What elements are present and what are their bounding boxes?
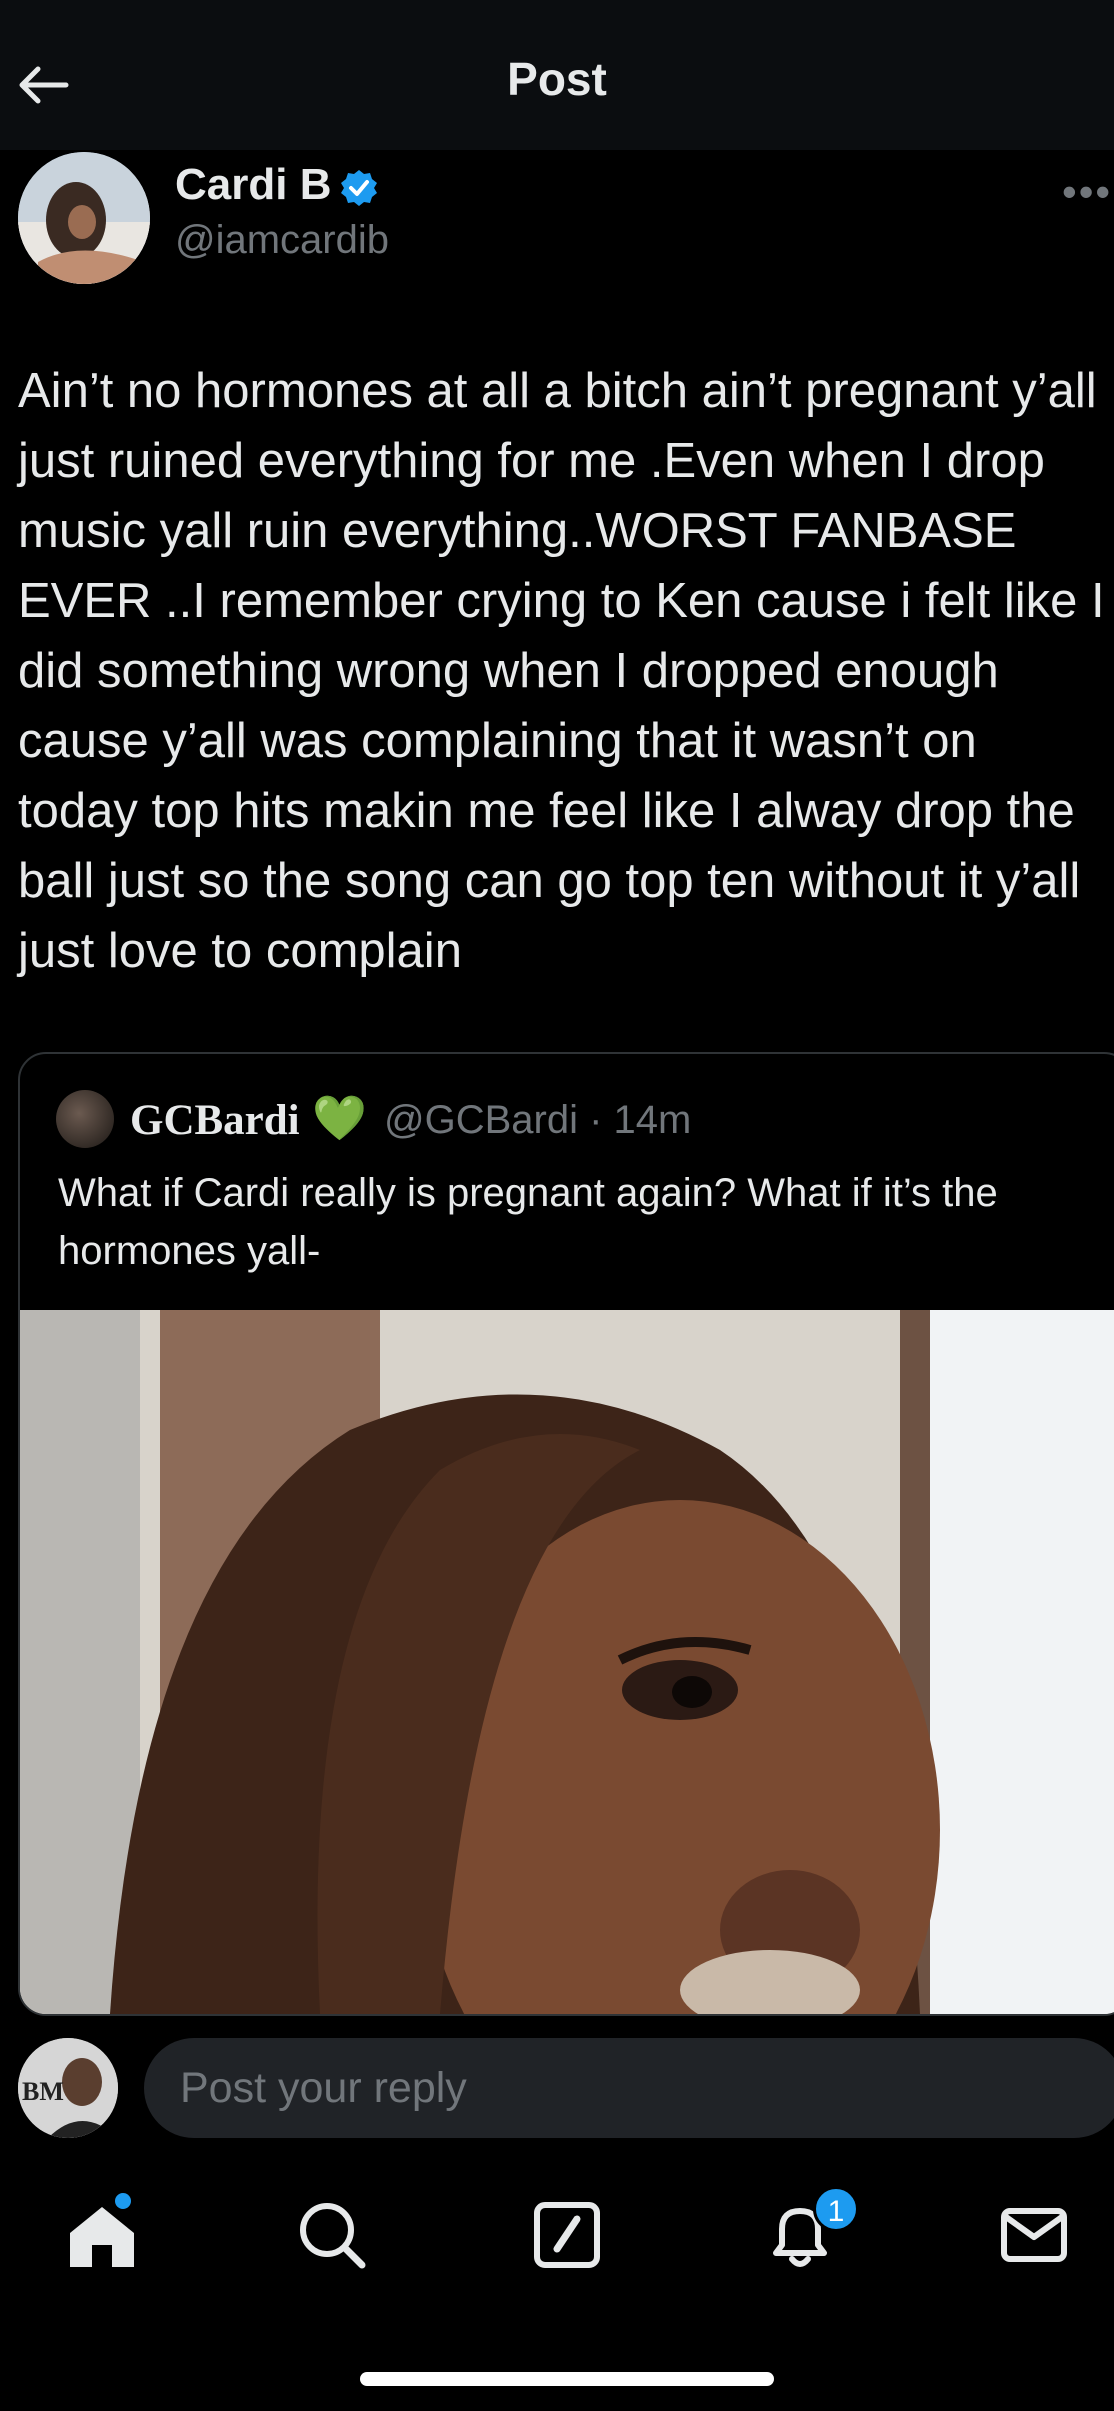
compose-icon[interactable] [527,2195,607,2275]
reply-input[interactable] [144,2038,1114,2138]
author-avatar[interactable] [18,152,150,284]
author-handle[interactable]: @iamcardib [175,218,389,263]
home-unread-dot [115,2193,131,2209]
quote-author-name: GCBardi [130,1097,300,1144]
page-title: Post [507,53,607,105]
green-heart-emoji: 💚 [312,1094,367,1143]
mail-icon[interactable] [994,2195,1074,2275]
reply-avatar[interactable]: BM [18,2038,118,2138]
notification-badge: 1 [813,2186,859,2232]
quote-avatar [56,1090,114,1148]
quoted-post-card[interactable]: GCBardi 💚 @GCBardi · 14m What if Cardi r… [18,1052,1114,2016]
quote-handle-time: @GCBardi · 14m [384,1098,692,1142]
quote-media-image[interactable] [20,1310,1114,2014]
reply-avatar-initials: BM [22,2077,64,2106]
more-icon[interactable]: ••• [1062,168,1112,216]
top-bar: Post [0,0,1114,150]
author-name[interactable]: Cardi B [175,160,331,210]
home-icon[interactable] [62,2195,142,2275]
home-indicator[interactable] [360,2372,774,2386]
quote-text: What if Cardi really is pregnant again? … [58,1171,998,1273]
post-text: Ain’t no hormones at all a bitch ain’t p… [18,364,1105,978]
search-icon[interactable] [292,2195,372,2275]
verified-badge-icon [339,168,379,208]
